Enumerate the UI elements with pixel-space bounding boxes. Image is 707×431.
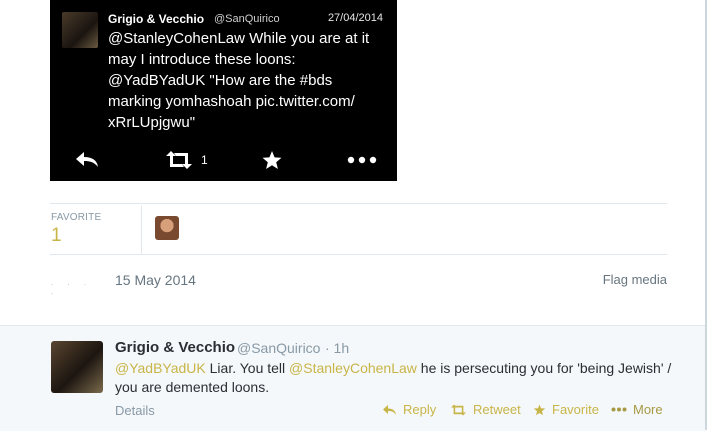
reply-author-name[interactable]: Grigio & Vecchio: [115, 339, 235, 356]
embedded-author-handle: @SanQuirico: [214, 13, 280, 25]
retweet-icon: 1: [164, 146, 208, 174]
stats-bottom-divider: [50, 254, 667, 255]
more-action[interactable]: More: [611, 402, 663, 417]
embedded-retweet-count: 1: [201, 153, 208, 167]
retweet-action-label: Retweet: [473, 402, 521, 417]
reply-author-handle[interactable]: @SanQuirico: [237, 340, 320, 356]
embedded-tweet-text: @StanleyCohenLaw While you are at it may…: [108, 30, 370, 131]
embedded-tweet-image[interactable]: Grigio & Vecchio @SanQuirico 27/04/2014 …: [50, 0, 397, 181]
reply-action[interactable]: Reply: [382, 402, 436, 417]
favorite-action[interactable]: Favorite: [533, 402, 599, 417]
more-icon: [347, 146, 377, 174]
reply-action-label: Reply: [403, 402, 437, 417]
reply-timestamp[interactable]: · 1h: [325, 340, 349, 356]
retweet-action[interactable]: Retweet: [450, 402, 521, 417]
embedded-tweet-actions: 1: [50, 146, 397, 174]
embedded-avatar: [62, 12, 98, 48]
reply-text-part: Liar. You tell: [205, 360, 290, 376]
flag-media-link[interactable]: Flag media: [603, 272, 667, 287]
mention-link[interactable]: @StanleyCohenLaw: [289, 360, 417, 376]
reply-tweet-text: @YadBYadUK Liar. You tell @StanleyCohenL…: [115, 359, 675, 397]
tweet-time-blurred: . . . .: [51, 278, 93, 296]
embedded-tweet-date: 27/04/2014: [327, 12, 383, 24]
reply-icon: [74, 146, 100, 174]
stats-top-divider: [50, 203, 667, 204]
favorite-icon: [261, 146, 283, 174]
stats-separator: [141, 206, 142, 254]
more-action-label: More: [633, 402, 663, 417]
reply-tweet[interactable]: Grigio & Vecchio @SanQuirico · 1h @YadBY…: [0, 325, 705, 431]
mention-link[interactable]: @YadBYadUK: [115, 360, 206, 376]
favoriter-avatar[interactable]: [155, 216, 179, 240]
favorite-count[interactable]: 1: [51, 225, 62, 247]
reply-avatar[interactable]: [51, 341, 103, 393]
favorite-action-label: Favorite: [552, 402, 599, 417]
favorite-icon: [533, 404, 546, 415]
favorite-label: FAVORITE: [51, 212, 102, 223]
details-link[interactable]: Details: [115, 403, 155, 418]
retweet-icon: [451, 404, 466, 415]
tweet-date: 15 May 2014: [115, 272, 196, 288]
reply-icon: [383, 404, 396, 415]
embedded-author-name: Grigio & Vecchio: [108, 12, 205, 26]
more-icon: [611, 407, 627, 412]
